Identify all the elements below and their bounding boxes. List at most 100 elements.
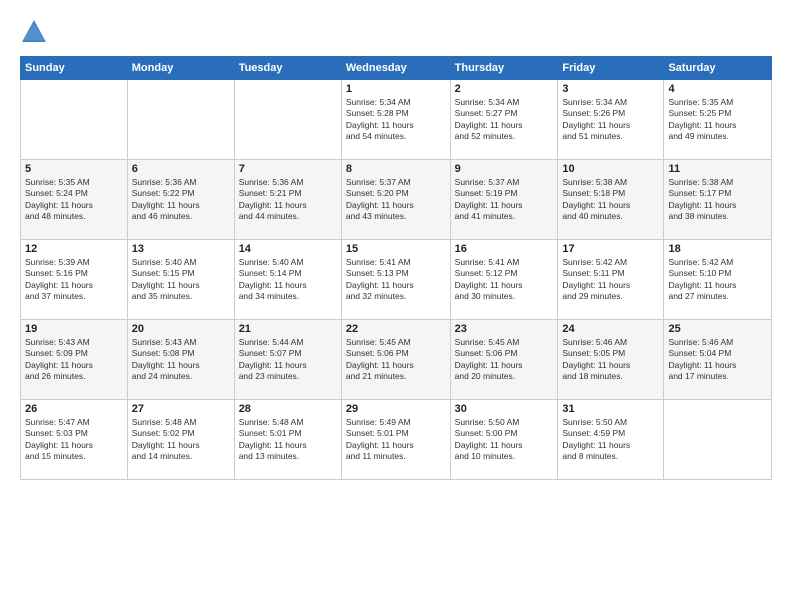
day-info: Sunrise: 5:35 AM Sunset: 5:25 PM Dayligh… [668,97,767,143]
day-number: 3 [562,83,659,95]
day-number: 10 [562,163,659,175]
calendar-cell: 29 Sunrise: 5:49 AM Sunset: 5:01 PM Dayli… [341,400,450,480]
day-info: Sunrise: 5:45 AM Sunset: 5:06 PM Dayligh… [455,337,554,383]
calendar-cell [234,80,341,160]
calendar-cell: 1Sunrise: 5:34 AM Sunset: 5:28 PM Daylig… [341,80,450,160]
day-number: 29 [346,403,446,415]
calendar-cell: 17 Sunrise: 5:42 AM Sunset: 5:11 PM Dayli… [558,240,664,320]
day-number: 20 [132,323,230,335]
calendar-week-row: 5Sunrise: 5:35 AM Sunset: 5:24 PM Daylig… [21,160,772,240]
calendar-header-monday: Monday [127,57,234,80]
day-number: 19 [25,323,123,335]
calendar-cell: 5Sunrise: 5:35 AM Sunset: 5:24 PM Daylig… [21,160,128,240]
day-number: 24 [562,323,659,335]
calendar-cell: 6 Sunrise: 5:36 AM Sunset: 5:22 PM Daylig… [127,160,234,240]
calendar-cell: 25 Sunrise: 5:46 AM Sunset: 5:04 PM Dayli… [664,320,772,400]
calendar-header-wednesday: Wednesday [341,57,450,80]
calendar-cell: 16 Sunrise: 5:41 AM Sunset: 5:12 PM Dayli… [450,240,558,320]
day-number: 25 [668,323,767,335]
calendar-cell: 24 Sunrise: 5:46 AM Sunset: 5:05 PM Dayli… [558,320,664,400]
day-info: Sunrise: 5:43 AM Sunset: 5:08 PM Dayligh… [132,337,230,383]
day-info: Sunrise: 5:38 AM Sunset: 5:17 PM Dayligh… [668,177,767,223]
day-number: 15 [346,243,446,255]
day-info: Sunrise: 5:39 AM Sunset: 5:16 PM Dayligh… [25,257,123,303]
calendar-cell [127,80,234,160]
day-number: 6 [132,163,230,175]
calendar-cell [21,80,128,160]
day-number: 5 [25,163,123,175]
day-info: Sunrise: 5:43 AM Sunset: 5:09 PM Dayligh… [25,337,123,383]
calendar-cell: 27 Sunrise: 5:48 AM Sunset: 5:02 PM Dayli… [127,400,234,480]
calendar-header-friday: Friday [558,57,664,80]
calendar-week-row: 1Sunrise: 5:34 AM Sunset: 5:28 PM Daylig… [21,80,772,160]
day-number: 13 [132,243,230,255]
calendar-header-saturday: Saturday [664,57,772,80]
day-info: Sunrise: 5:41 AM Sunset: 5:13 PM Dayligh… [346,257,446,303]
calendar-cell: 23 Sunrise: 5:45 AM Sunset: 5:06 PM Dayli… [450,320,558,400]
day-number: 7 [239,163,337,175]
calendar-cell: 3 Sunrise: 5:34 AM Sunset: 5:26 PM Daylig… [558,80,664,160]
day-number: 26 [25,403,123,415]
day-number: 28 [239,403,337,415]
day-number: 9 [455,163,554,175]
calendar-header-tuesday: Tuesday [234,57,341,80]
day-number: 17 [562,243,659,255]
day-info: Sunrise: 5:42 AM Sunset: 5:11 PM Dayligh… [562,257,659,303]
calendar-cell: 30 Sunrise: 5:50 AM Sunset: 5:00 PM Dayli… [450,400,558,480]
day-info: Sunrise: 5:40 AM Sunset: 5:14 PM Dayligh… [239,257,337,303]
calendar-cell: 15 Sunrise: 5:41 AM Sunset: 5:13 PM Dayli… [341,240,450,320]
calendar-cell: 31Sunrise: 5:50 AM Sunset: 4:59 PM Dayli… [558,400,664,480]
day-info: Sunrise: 5:47 AM Sunset: 5:03 PM Dayligh… [25,417,123,463]
day-info: Sunrise: 5:50 AM Sunset: 5:00 PM Dayligh… [455,417,554,463]
calendar-header-sunday: Sunday [21,57,128,80]
day-info: Sunrise: 5:34 AM Sunset: 5:26 PM Dayligh… [562,97,659,143]
calendar-cell: 26 Sunrise: 5:47 AM Sunset: 5:03 PM Dayli… [21,400,128,480]
calendar-cell: 10 Sunrise: 5:38 AM Sunset: 5:18 PM Dayli… [558,160,664,240]
calendar-cell: 8Sunrise: 5:37 AM Sunset: 5:20 PM Daylig… [341,160,450,240]
day-info: Sunrise: 5:42 AM Sunset: 5:10 PM Dayligh… [668,257,767,303]
day-number: 2 [455,83,554,95]
day-info: Sunrise: 5:36 AM Sunset: 5:22 PM Dayligh… [132,177,230,223]
day-info: Sunrise: 5:49 AM Sunset: 5:01 PM Dayligh… [346,417,446,463]
calendar-week-row: 26 Sunrise: 5:47 AM Sunset: 5:03 PM Dayli… [21,400,772,480]
calendar-header-thursday: Thursday [450,57,558,80]
day-number: 31 [562,403,659,415]
day-number: 16 [455,243,554,255]
day-info: Sunrise: 5:46 AM Sunset: 5:04 PM Dayligh… [668,337,767,383]
day-info: Sunrise: 5:41 AM Sunset: 5:12 PM Dayligh… [455,257,554,303]
calendar-cell: 14 Sunrise: 5:40 AM Sunset: 5:14 PM Dayli… [234,240,341,320]
page: SundayMondayTuesdayWednesdayThursdayFrid… [0,0,792,612]
calendar-cell: 22 Sunrise: 5:45 AM Sunset: 5:06 PM Dayli… [341,320,450,400]
day-number: 18 [668,243,767,255]
calendar-cell: 18 Sunrise: 5:42 AM Sunset: 5:10 PM Dayli… [664,240,772,320]
day-info: Sunrise: 5:45 AM Sunset: 5:06 PM Dayligh… [346,337,446,383]
day-number: 22 [346,323,446,335]
day-number: 21 [239,323,337,335]
calendar-table: SundayMondayTuesdayWednesdayThursdayFrid… [20,56,772,480]
calendar-cell: 21Sunrise: 5:44 AM Sunset: 5:07 PM Dayli… [234,320,341,400]
day-info: Sunrise: 5:36 AM Sunset: 5:21 PM Dayligh… [239,177,337,223]
calendar-cell: 20 Sunrise: 5:43 AM Sunset: 5:08 PM Dayli… [127,320,234,400]
calendar-cell: 4Sunrise: 5:35 AM Sunset: 5:25 PM Daylig… [664,80,772,160]
calendar-cell: 12 Sunrise: 5:39 AM Sunset: 5:16 PM Dayli… [21,240,128,320]
calendar-cell: 2 Sunrise: 5:34 AM Sunset: 5:27 PM Daylig… [450,80,558,160]
day-number: 12 [25,243,123,255]
day-info: Sunrise: 5:40 AM Sunset: 5:15 PM Dayligh… [132,257,230,303]
calendar-cell: 7 Sunrise: 5:36 AM Sunset: 5:21 PM Daylig… [234,160,341,240]
day-info: Sunrise: 5:46 AM Sunset: 5:05 PM Dayligh… [562,337,659,383]
day-info: Sunrise: 5:48 AM Sunset: 5:02 PM Dayligh… [132,417,230,463]
day-number: 1 [346,83,446,95]
calendar-cell: 9Sunrise: 5:37 AM Sunset: 5:19 PM Daylig… [450,160,558,240]
day-number: 14 [239,243,337,255]
day-number: 11 [668,163,767,175]
day-number: 23 [455,323,554,335]
calendar-cell: 13 Sunrise: 5:40 AM Sunset: 5:15 PM Dayli… [127,240,234,320]
day-number: 30 [455,403,554,415]
day-info: Sunrise: 5:34 AM Sunset: 5:27 PM Dayligh… [455,97,554,143]
calendar-cell: 28Sunrise: 5:48 AM Sunset: 5:01 PM Dayli… [234,400,341,480]
day-info: Sunrise: 5:37 AM Sunset: 5:20 PM Dayligh… [346,177,446,223]
header [20,18,772,46]
calendar-cell: 11 Sunrise: 5:38 AM Sunset: 5:17 PM Dayli… [664,160,772,240]
day-info: Sunrise: 5:38 AM Sunset: 5:18 PM Dayligh… [562,177,659,223]
day-number: 27 [132,403,230,415]
